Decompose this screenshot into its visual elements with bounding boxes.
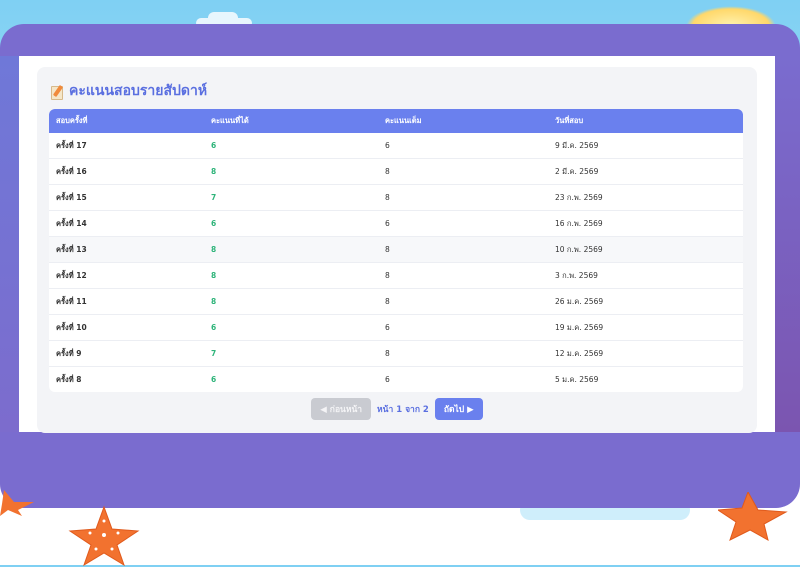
cell-round: ครั้งที่ 10 [56, 322, 87, 332]
table-row: ครั้งที่ 13 8 8 10 ก.พ. 2569 [49, 237, 743, 263]
cell-round: ครั้งที่ 8 [56, 374, 82, 384]
frame-side-left [0, 56, 19, 432]
next-page-button[interactable]: ถัดไป ▶ [434, 398, 483, 420]
cell-score: 6 [211, 375, 217, 384]
cell-full-score: 8 [385, 167, 390, 176]
cell-date: 3 ก.พ. 2569 [555, 270, 598, 280]
frame-side-right [775, 56, 800, 432]
header-round: สอบครั้งที่ [56, 116, 88, 125]
pagination: ◀ ก่อนหน้า หน้า 1 จาก 2 ถัดไป ▶ [37, 398, 757, 420]
header-full-score: คะแนนเต็ม [385, 116, 422, 125]
cell-round: ครั้งที่ 14 [56, 218, 87, 228]
cell-round: ครั้งที่ 13 [56, 244, 87, 254]
table-row: ครั้งที่ 14 6 6 16 ก.พ. 2569 [49, 211, 743, 237]
table-row: ครั้งที่ 16 8 8 2 มี.ค. 2569 [49, 159, 743, 185]
table-header: สอบครั้งที่ คะแนนที่ได้ คะแนนเต็ม วันที่… [49, 109, 743, 133]
cell-full-score: 8 [385, 245, 390, 254]
cell-round: ครั้งที่ 12 [56, 270, 87, 280]
table-row: ครั้งที่ 17 6 6 9 มี.ค. 2569 [49, 133, 743, 159]
table-row: ครั้งที่ 9 7 8 12 ม.ค. 2569 [49, 341, 743, 367]
card-title-text: คะแนนสอบรายสัปดาห์ [69, 83, 208, 99]
table-body: ครั้งที่ 17 6 6 9 มี.ค. 2569 ครั้งที่ 16 8 8 2 … [49, 133, 743, 392]
cell-date: 26 ม.ค. 2569 [555, 296, 604, 306]
table-row: ครั้งที่ 8 6 6 5 ม.ค. 2569 [49, 367, 743, 392]
cell-date: 19 ม.ค. 2569 [555, 322, 604, 332]
cell-full-score: 6 [385, 375, 390, 384]
card-title: คะแนนสอบรายสัปดาห์ [51, 81, 207, 101]
prev-page-button[interactable]: ◀ ก่อนหน้า [311, 398, 372, 420]
cell-date: 9 มี.ค. 2569 [555, 140, 599, 150]
cell-date: 5 ม.ค. 2569 [555, 374, 599, 384]
cell-score: 7 [211, 349, 217, 358]
cell-date: 23 ก.พ. 2569 [555, 192, 603, 202]
cell-score: 6 [211, 219, 217, 228]
table-row: ครั้งที่ 15 7 8 23 ก.พ. 2569 [49, 185, 743, 211]
cell-score: 6 [211, 323, 217, 332]
cell-score: 8 [211, 167, 217, 176]
starfish-icon [718, 492, 788, 541]
main-panel: คะแนนสอบรายสัปดาห์ สอบครั้งที่ คะแนนที่ไ… [19, 56, 775, 433]
cell-date: 2 มี.ค. 2569 [555, 166, 599, 176]
scores-table: สอบครั้งที่ คะแนนที่ได้ คะแนนเต็ม วันที่… [49, 109, 743, 392]
cell-score: 7 [211, 193, 217, 202]
cell-date: 12 ม.ค. 2569 [555, 348, 604, 358]
cell-round: ครั้งที่ 9 [56, 348, 82, 358]
cell-date: 10 ก.พ. 2569 [555, 244, 603, 254]
cell-round: ครั้งที่ 11 [56, 296, 87, 306]
starfish-icon [68, 505, 140, 567]
cell-round: ครั้งที่ 16 [56, 166, 87, 176]
cell-full-score: 6 [385, 323, 390, 332]
cell-full-score: 8 [385, 297, 390, 306]
cell-full-score: 6 [385, 141, 390, 150]
cell-full-score: 8 [385, 193, 390, 202]
cell-date: 16 ก.พ. 2569 [555, 218, 603, 228]
cell-full-score: 8 [385, 349, 390, 358]
cell-score: 8 [211, 271, 217, 280]
header-score: คะแนนที่ได้ [211, 116, 249, 125]
header-date: วันที่สอบ [555, 116, 584, 125]
memo-pencil-icon [51, 84, 64, 100]
starfish-icon [0, 490, 34, 516]
cell-round: ครั้งที่ 17 [56, 140, 87, 150]
cell-full-score: 6 [385, 219, 390, 228]
table-row: ครั้งที่ 10 6 6 19 ม.ค. 2569 [49, 315, 743, 341]
cell-round: ครั้งที่ 15 [56, 192, 87, 202]
cell-full-score: 8 [385, 271, 390, 280]
page-info: หน้า 1 จาก 2 [377, 405, 429, 415]
weekly-scores-card: คะแนนสอบรายสัปดาห์ สอบครั้งที่ คะแนนที่ไ… [37, 67, 757, 433]
table-row: ครั้งที่ 11 8 8 26 ม.ค. 2569 [49, 289, 743, 315]
cell-score: 6 [211, 141, 217, 150]
cell-score: 8 [211, 245, 217, 254]
cell-score: 8 [211, 297, 217, 306]
table-row: ครั้งที่ 12 8 8 3 ก.พ. 2569 [49, 263, 743, 289]
